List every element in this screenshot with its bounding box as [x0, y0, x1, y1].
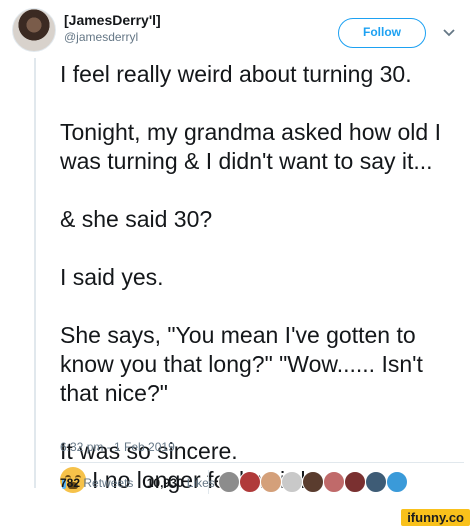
text-line: I said yes.: [60, 264, 164, 290]
liker-avatar[interactable]: [386, 471, 408, 493]
stats-divider: [208, 470, 209, 494]
paragraph: I feel really weird about turning 30.: [60, 60, 468, 89]
author-handle[interactable]: @jamesderryl: [64, 29, 161, 45]
liker-avatar[interactable]: [239, 471, 261, 493]
tweet-text: I feel really weird about turning 30. To…: [60, 60, 468, 495]
tweet-stats: 782 Retweets 10,930 Likes: [60, 472, 215, 494]
tweet-timestamp[interactable]: 6:32 pm - 1 Feb 2019: [60, 440, 175, 454]
follow-button[interactable]: Follow: [338, 18, 426, 48]
chevron-down-icon[interactable]: [442, 26, 456, 40]
likes-label: Likes: [186, 476, 215, 490]
tweet-header: [JamesDerry'l] @jamesderryl Follow: [12, 8, 462, 54]
likes-count: 10,930: [146, 476, 184, 490]
avatar[interactable]: [12, 8, 56, 52]
text-line: Tonight, my grandma asked how old I: [60, 119, 441, 145]
paragraph: & she said 30?: [60, 205, 468, 234]
text-line: that nice?": [60, 380, 168, 406]
paragraph: Tonight, my grandma asked how old I was …: [60, 118, 468, 176]
author-display-name[interactable]: [JamesDerry'l]: [64, 12, 161, 29]
text-line: was turning & I didn't want to say it...: [60, 148, 433, 174]
tweet-card: [JamesDerry'l] @jamesderryl Follow I fee…: [0, 0, 474, 526]
liker-avatar[interactable]: [218, 471, 240, 493]
retweets-label: Retweets: [83, 476, 134, 490]
paragraph: I said yes.: [60, 263, 468, 292]
liker-avatar[interactable]: [281, 471, 303, 493]
likes-stat[interactable]: 10,930 Likes: [147, 476, 215, 490]
paragraph: She says, "You mean I've gotten to know …: [60, 321, 468, 408]
retweets-stat[interactable]: 782 Retweets: [60, 476, 133, 490]
retweets-count: 782: [60, 476, 81, 490]
liker-avatar[interactable]: [302, 471, 324, 493]
liker-avatar[interactable]: [260, 471, 282, 493]
author-names: [JamesDerry'l] @jamesderryl: [64, 12, 161, 45]
thread-line: [34, 58, 36, 488]
text-line: She says, "You mean I've gotten to: [60, 322, 416, 348]
ifunny-watermark-logo: ifunny.co: [401, 509, 470, 526]
liker-avatar[interactable]: [344, 471, 366, 493]
watermark-bar: ifunny.co: [0, 508, 474, 526]
liker-avatar[interactable]: [365, 471, 387, 493]
liker-avatar[interactable]: [323, 471, 345, 493]
text-line: I feel really weird about turning 30.: [60, 61, 412, 87]
divider: [60, 462, 464, 463]
text-line: know you that long?" "Wow...... Isn't: [60, 351, 423, 377]
text-line: & she said 30?: [60, 206, 213, 232]
